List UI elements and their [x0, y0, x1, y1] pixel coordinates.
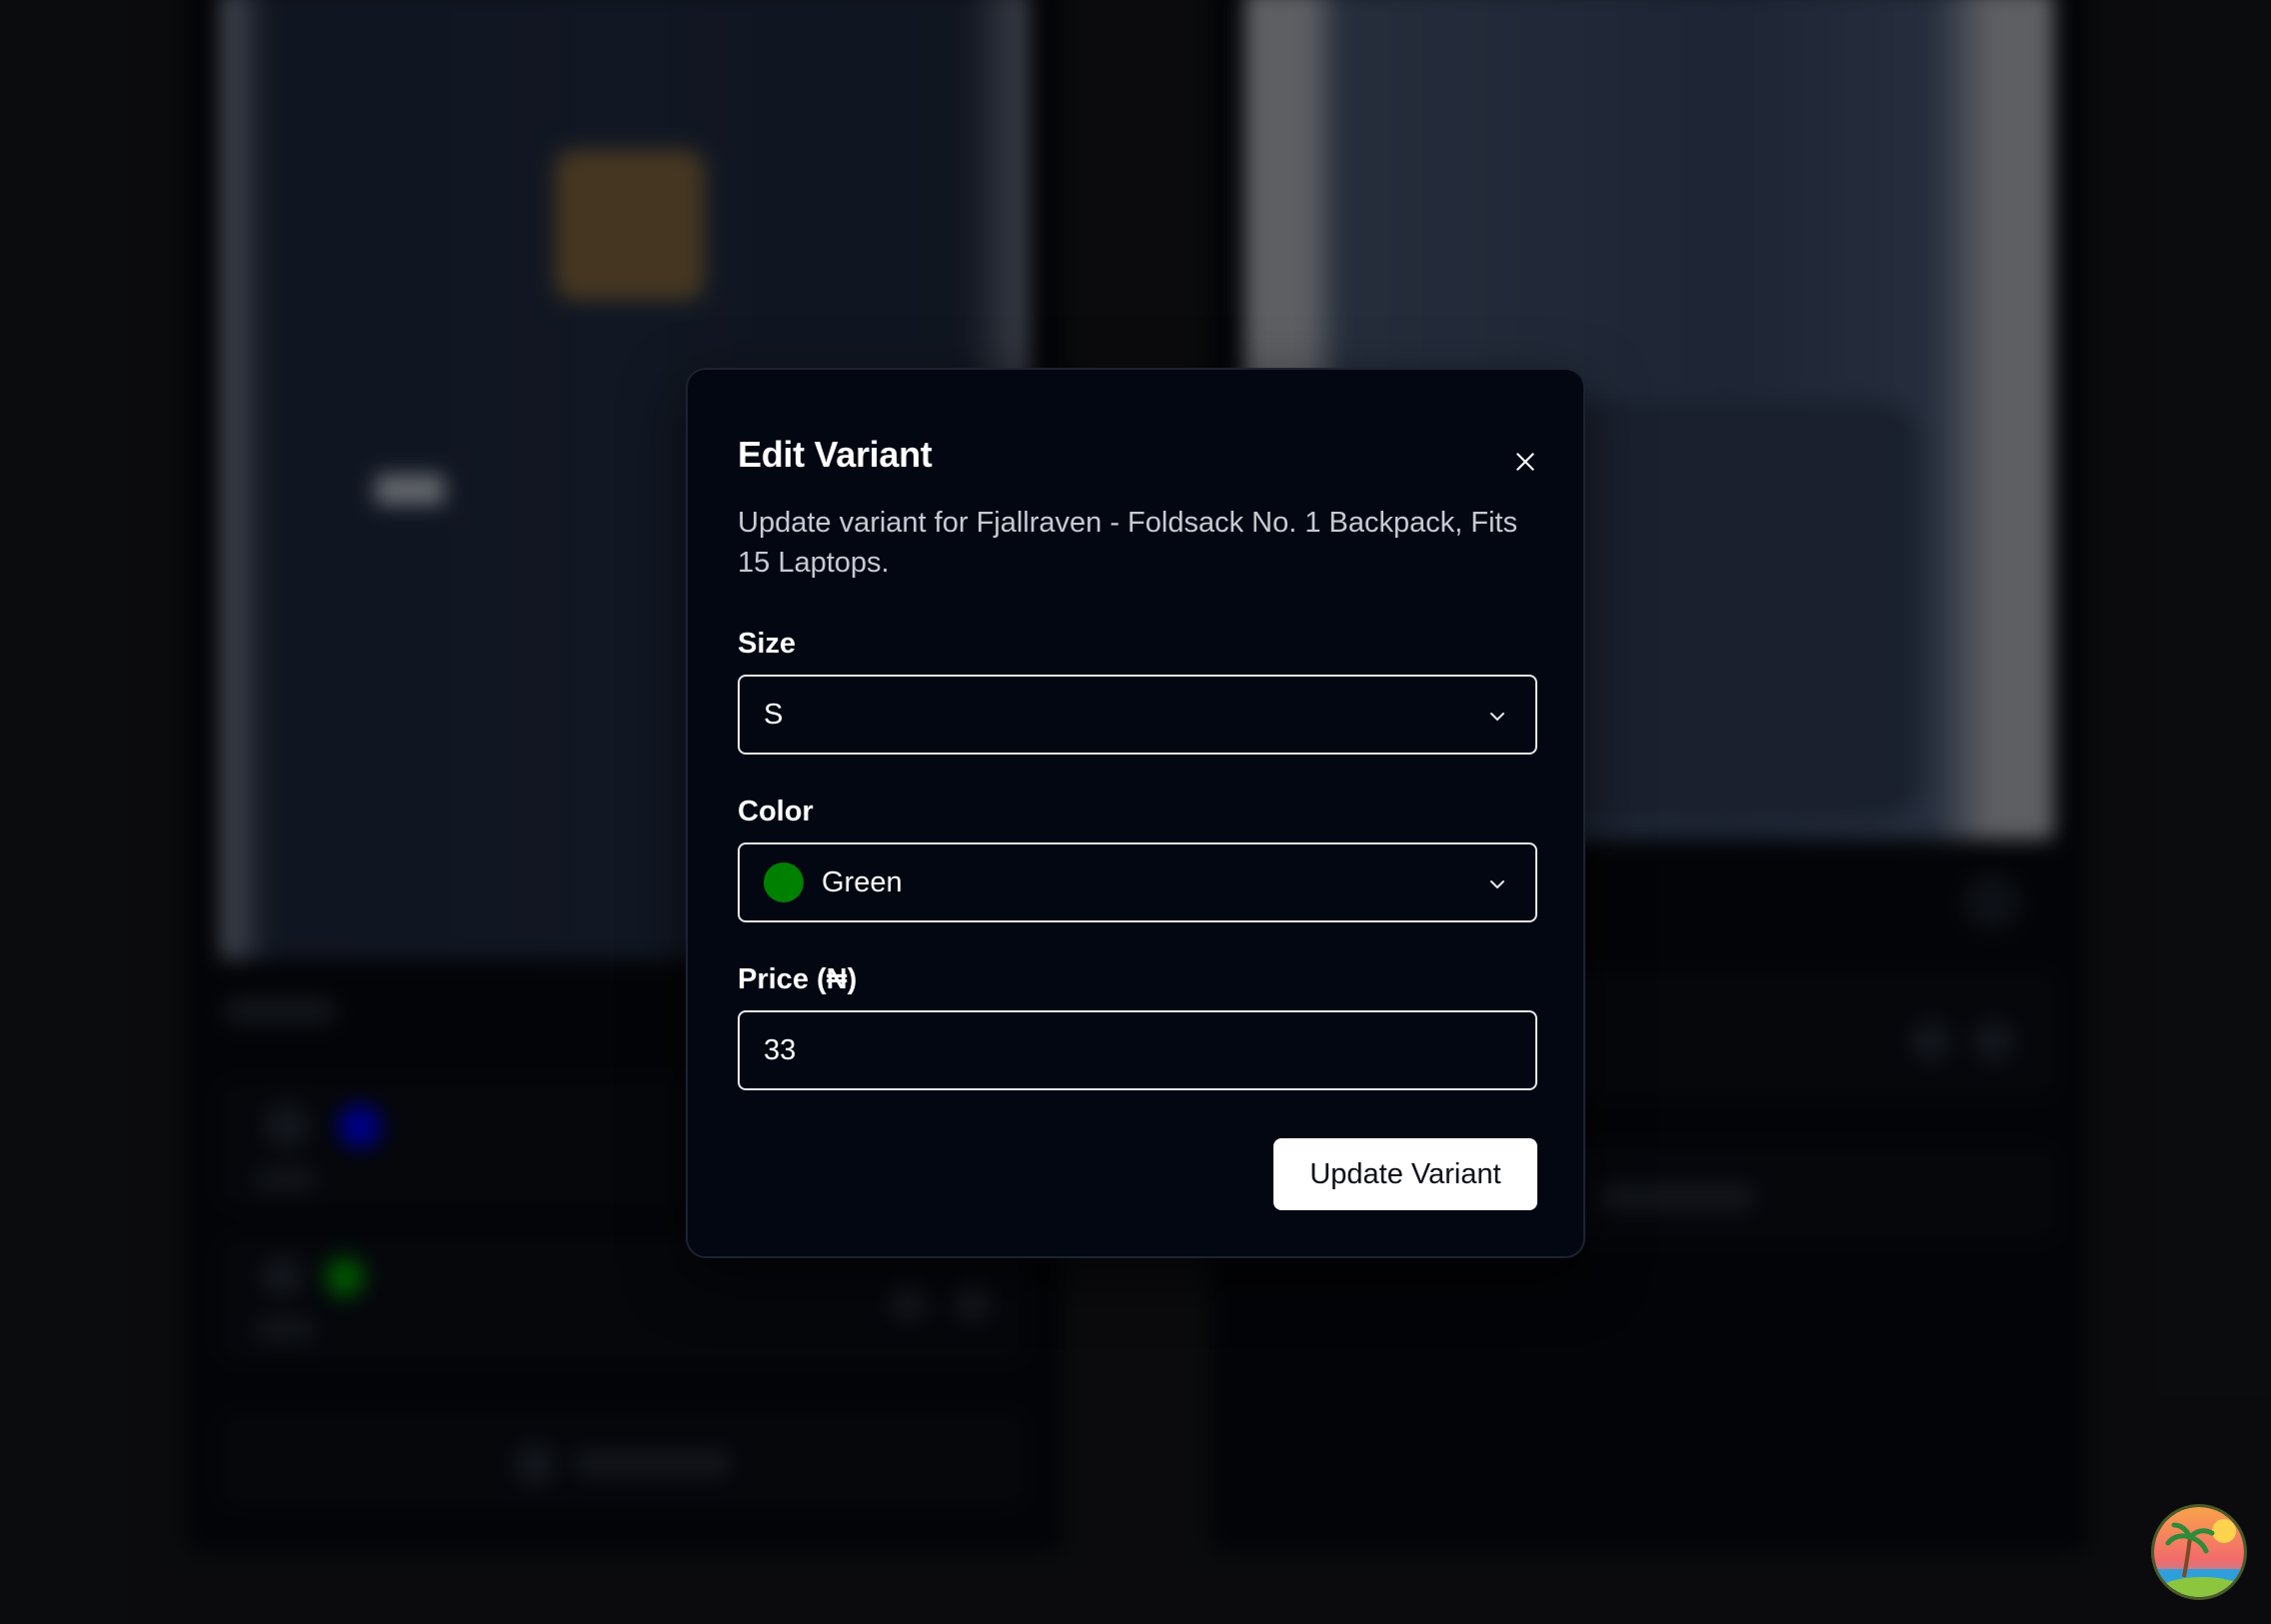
close-icon: [1516, 453, 1534, 471]
chevron-down-icon: [1490, 713, 1504, 721]
page: Edit Variant Update variant for Fjallrav…: [0, 0, 2271, 1624]
chevron-down-icon: [1490, 880, 1504, 888]
edit-variant-dialog: Edit Variant Update variant for Fjallrav…: [686, 368, 1585, 1258]
color-label: Color: [738, 796, 814, 827]
color-select-value: Green: [822, 865, 903, 898]
color-swatch: [764, 862, 804, 902]
size-select[interactable]: S: [738, 675, 1537, 755]
close-button[interactable]: [1505, 442, 1545, 482]
size-label: Size: [738, 628, 797, 660]
update-variant-button[interactable]: Update Variant: [1273, 1138, 1537, 1210]
price-label: Price (₦): [738, 963, 858, 995]
dialog-description: Update variant for Fjallraven - Foldsack…: [738, 507, 1518, 579]
size-select-value: S: [764, 698, 784, 731]
price-input[interactable]: [738, 1010, 1537, 1090]
avatar[interactable]: [2151, 1504, 2247, 1600]
dialog-title: Edit Variant: [738, 434, 933, 475]
color-select[interactable]: Green: [738, 842, 1537, 922]
